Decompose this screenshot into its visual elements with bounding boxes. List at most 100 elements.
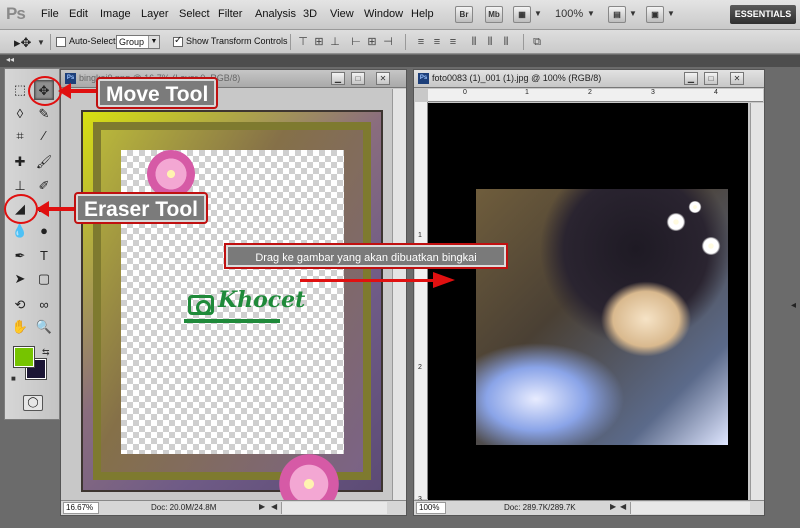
menu-view[interactable]: View bbox=[330, 8, 354, 20]
blur-tool-icon[interactable]: 💧 bbox=[10, 221, 30, 241]
3d-rotate-tool-icon[interactable]: ⟲ bbox=[10, 295, 30, 315]
distribute-vcenter-icon[interactable]: ≡ bbox=[431, 36, 443, 48]
foreground-color-swatch[interactable] bbox=[13, 346, 35, 368]
quick-mask-button[interactable]: ◯ bbox=[23, 395, 43, 411]
quick-selection-tool-icon[interactable]: ✎ bbox=[34, 104, 54, 124]
hair-flower-decoration bbox=[701, 237, 721, 255]
distribute-left-icon[interactable]: ⦀ bbox=[468, 36, 480, 48]
menu-layer[interactable]: Layer bbox=[141, 8, 169, 20]
zoom-caret-icon[interactable]: ▼ bbox=[587, 9, 595, 18]
auto-select-dropdown[interactable]: Group ▼ bbox=[116, 35, 160, 49]
distribute-bottom-icon[interactable]: ≡ bbox=[447, 36, 459, 48]
marquee-tool-icon[interactable]: ⬚ bbox=[10, 80, 30, 100]
auto-select-checkbox[interactable] bbox=[56, 37, 66, 47]
lasso-tool-icon[interactable]: ◊ bbox=[10, 104, 30, 124]
document-size[interactable]: Doc: 289.7K/289.7K bbox=[504, 503, 576, 512]
status-menu-arrow-icon[interactable]: ▶ bbox=[610, 502, 616, 511]
ruler-label: 1 bbox=[418, 232, 422, 239]
hair-flower-decoration bbox=[666, 213, 686, 231]
minimize-icon[interactable]: ▁ bbox=[684, 72, 698, 85]
show-transform-label: Show Transform Controls bbox=[186, 36, 288, 46]
horizontal-ruler[interactable]: 0 1 2 3 4 bbox=[428, 89, 763, 102]
menu-select[interactable]: Select bbox=[179, 8, 210, 20]
menu-edit[interactable]: Edit bbox=[69, 8, 88, 20]
menu-window[interactable]: Window bbox=[364, 8, 403, 20]
path-selection-tool-icon[interactable]: ➤ bbox=[10, 269, 30, 289]
document-canvas[interactable] bbox=[428, 103, 748, 500]
menu-analysis[interactable]: Analysis bbox=[255, 8, 296, 20]
auto-align-layers-icon[interactable]: ⧉ bbox=[531, 36, 543, 48]
menu-image[interactable]: Image bbox=[100, 8, 131, 20]
maximize-icon[interactable]: □ bbox=[351, 72, 365, 85]
align-vcenter-icon[interactable]: ⊞ bbox=[313, 36, 325, 48]
ruler-label: 1 bbox=[525, 89, 529, 96]
tool-preset-caret-icon[interactable]: ▼ bbox=[37, 38, 45, 47]
close-icon[interactable]: ✕ bbox=[730, 72, 744, 85]
vertical-ruler[interactable]: 1 2 3 bbox=[415, 102, 428, 503]
menu-3d[interactable]: 3D bbox=[303, 8, 317, 20]
eyedropper-tool-icon[interactable]: ⁄ bbox=[34, 126, 54, 146]
arrange-documents-button[interactable]: ▤ bbox=[608, 6, 626, 23]
horizontal-scrollbar[interactable] bbox=[281, 502, 387, 514]
clone-stamp-tool-icon[interactable]: ⊥ bbox=[10, 176, 30, 196]
workspace-switcher[interactable]: ESSENTIALS bbox=[730, 5, 796, 24]
ruler-label: 0 bbox=[463, 89, 467, 96]
zoom-level[interactable]: 100% bbox=[555, 8, 583, 20]
vertical-scrollbar[interactable] bbox=[750, 103, 764, 500]
screen-mode-caret-icon[interactable]: ▼ bbox=[667, 9, 675, 18]
menu-file[interactable]: File bbox=[41, 8, 59, 20]
distribute-top-icon[interactable]: ≡ bbox=[415, 36, 427, 48]
spot-healing-tool-icon[interactable]: ✚ bbox=[10, 152, 30, 172]
drag-instruction-callout: Drag ke gambar yang akan dibuatkan bingk… bbox=[226, 245, 506, 267]
align-top-icon[interactable]: ⊤ bbox=[297, 36, 309, 48]
zoom-field[interactable]: 100% bbox=[416, 502, 446, 514]
collapse-arrows-icon[interactable]: ◂◂ bbox=[6, 55, 14, 64]
arrange-caret-icon[interactable]: ▼ bbox=[629, 9, 637, 18]
align-hcenter-icon[interactable]: ⊞ bbox=[366, 36, 378, 48]
dodge-tool-icon[interactable]: ● bbox=[34, 221, 54, 241]
bridge-button[interactable]: Br bbox=[455, 6, 473, 23]
brush-tool-icon[interactable]: 🖌 bbox=[34, 152, 54, 172]
vertical-scrollbar[interactable] bbox=[392, 89, 406, 501]
align-left-icon[interactable]: ⊢ bbox=[350, 36, 362, 48]
menu-help[interactable]: Help bbox=[411, 8, 434, 20]
pen-tool-icon[interactable]: ✒ bbox=[10, 246, 30, 266]
options-separator bbox=[50, 34, 51, 50]
type-tool-icon[interactable]: T bbox=[34, 246, 54, 266]
screen-mode-button[interactable]: ▣ bbox=[646, 6, 664, 23]
scroll-left-icon[interactable]: ◀ bbox=[271, 502, 277, 511]
crop-tool-icon[interactable]: ⌗ bbox=[10, 126, 30, 146]
show-transform-checkbox[interactable] bbox=[173, 35, 183, 47]
shape-tool-icon[interactable]: ▢ bbox=[34, 269, 54, 289]
align-bottom-icon[interactable]: ⊥ bbox=[329, 36, 341, 48]
mini-bridge-button[interactable]: Mb bbox=[485, 6, 503, 23]
zoom-tool-icon[interactable]: 🔍 bbox=[34, 317, 54, 337]
status-menu-arrow-icon[interactable]: ▶ bbox=[259, 502, 265, 511]
swap-colors-icon[interactable]: ⇆ bbox=[42, 347, 50, 358]
scroll-left-icon[interactable]: ◀ bbox=[620, 502, 626, 511]
history-brush-tool-icon[interactable]: ✐ bbox=[34, 176, 54, 196]
default-colors-icon[interactable]: ■ bbox=[11, 374, 16, 383]
minimize-icon[interactable]: ▁ bbox=[331, 72, 345, 85]
distribute-hcenter-icon[interactable]: ⦀ bbox=[484, 36, 496, 48]
move-tool-preset-icon[interactable]: ▸✥ bbox=[14, 35, 31, 51]
align-right-icon[interactable]: ⊣ bbox=[382, 36, 394, 48]
panel-expand-arrow-icon[interactable]: ◂ bbox=[791, 300, 796, 311]
document-size[interactable]: Doc: 20.0M/24.8M bbox=[151, 503, 216, 512]
document-title-bar[interactable]: Ps foto0083 (1)_001 (1).jpg @ 100% (RGB/… bbox=[414, 70, 764, 88]
ruler-label: 2 bbox=[418, 364, 422, 371]
document-window-foto[interactable]: Ps foto0083 (1)_001 (1).jpg @ 100% (RGB/… bbox=[413, 69, 765, 516]
close-icon[interactable]: ✕ bbox=[376, 72, 390, 85]
document-canvas[interactable]: Khocet bbox=[62, 89, 406, 514]
view-extras-button[interactable]: ▦ bbox=[513, 6, 531, 23]
3d-orbit-tool-icon[interactable]: ∞ bbox=[34, 295, 54, 315]
zoom-field[interactable]: 16.67% bbox=[63, 502, 99, 514]
view-extras-caret-icon[interactable]: ▼ bbox=[534, 9, 542, 18]
panel-collapse-strip: ◂◂ bbox=[0, 55, 800, 67]
menu-filter[interactable]: Filter bbox=[218, 8, 242, 20]
horizontal-scrollbar[interactable] bbox=[630, 502, 750, 514]
document-window-bingkai[interactable]: Ps bingkai0.png @ 16.7% (Layer 0, RGB/8)… bbox=[60, 69, 407, 516]
hand-tool-icon[interactable]: ✋ bbox=[10, 317, 30, 337]
maximize-icon[interactable]: □ bbox=[704, 72, 718, 85]
distribute-right-icon[interactable]: ⦀ bbox=[500, 36, 512, 48]
